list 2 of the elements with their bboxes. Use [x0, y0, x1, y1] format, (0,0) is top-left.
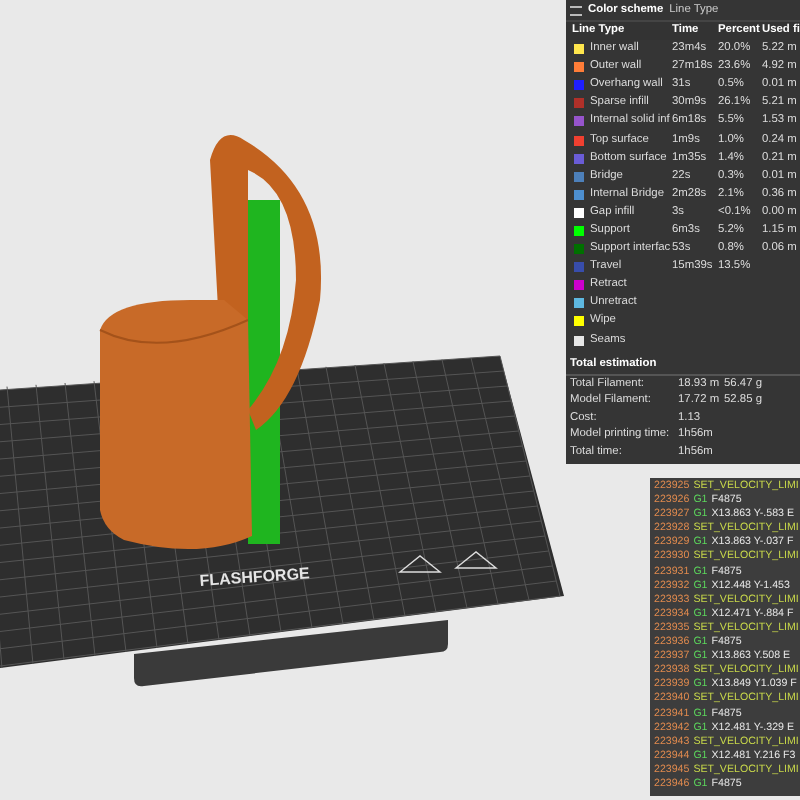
swap-icon — [570, 5, 582, 15]
bed-logo: FLASHFORGE — [199, 564, 311, 590]
